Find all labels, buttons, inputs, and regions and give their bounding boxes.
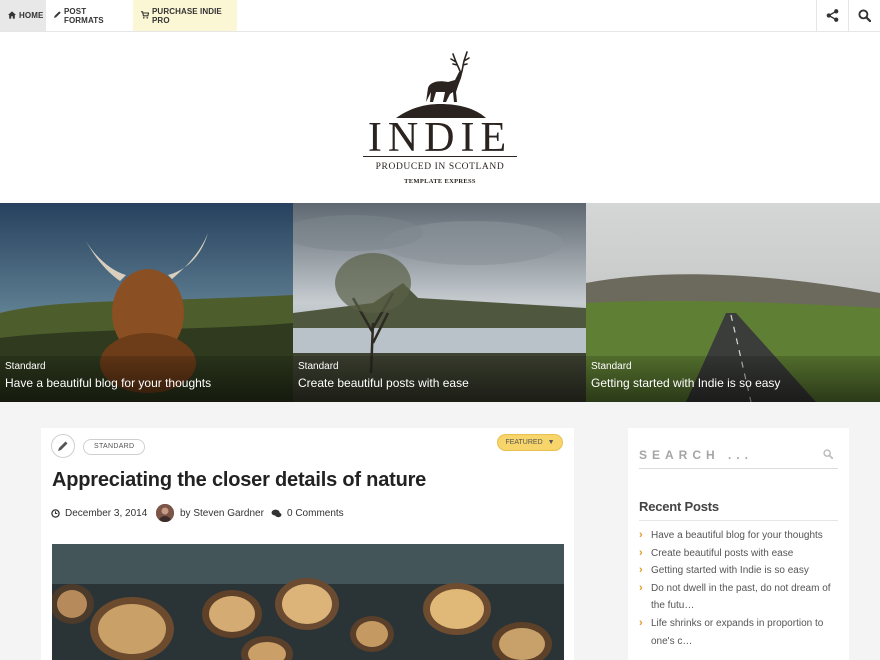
featured-badge: FEATURED ▼ [497,434,563,451]
post-title[interactable]: Appreciating the closer details of natur… [52,469,426,492]
recent-post-link[interactable]: › Getting started with Indie is so easy [639,562,838,580]
nav-home-label: HOME [19,11,44,20]
widget-divider [639,520,838,521]
cart-icon [141,10,150,21]
featured-slider: Standard Have a beautiful blog for your … [0,203,880,402]
recent-post-label: Create beautiful posts with ease [651,547,794,559]
recent-post-label: Have a beautiful blog for your thoughts [651,530,823,541]
chevron-right-icon: › [639,529,643,541]
featured-label: FEATURED [505,439,543,446]
pencil-icon [54,11,61,20]
recent-post-link[interactable]: › Create beautiful posts with ease [639,545,838,563]
pin-icon: ▼ [547,439,555,446]
slide-title[interactable]: Have a beautiful blog for your thoughts [5,376,211,390]
search-widget [639,444,838,469]
nav-post-formats-label: POST FORMATS [64,6,104,25]
chevron-right-icon: › [639,564,643,577]
slide-category[interactable]: Standard [591,361,632,372]
site-header: INDIE PRODUCED IN SCOTLAND TEMPLATE EXPR… [0,32,880,203]
recent-post-label: Getting started with Indie is so easy [651,565,809,577]
recent-post-label: Do not dwell in the past, do not dream o… [651,582,831,612]
logo-title: INDIE [367,115,513,161]
slide[interactable]: Standard Getting started with Indie is s… [586,203,880,402]
comments-icon [271,509,282,517]
slide[interactable]: Standard Have a beautiful blog for your … [0,203,293,402]
recent-post-link[interactable]: › Do not dwell in the past, do not dream … [639,580,838,615]
post-date: December 3, 2014 [51,504,147,522]
recent-post-link[interactable]: › Life shrinks or expands in proportion t… [639,615,838,650]
recent-post-label: Life shrinks or expands in proportion to… [651,617,824,647]
post-card: STANDARD FEATURED ▼ Appreciating the clo… [41,428,574,660]
nav-purchase[interactable]: PURCHASE INDIE PRO [133,0,237,31]
search-button[interactable] [848,0,880,31]
post-format-button[interactable] [51,434,75,458]
post-author[interactable]: by Steven Gardner [156,504,264,522]
logo-divider [363,156,517,157]
slide-caption: Standard Getting started with Indie is s… [586,356,880,402]
share-icon [826,9,839,22]
search-icon [858,9,871,22]
site-logo[interactable]: INDIE PRODUCED IN SCOTLAND TEMPLATE EXPR… [340,44,540,194]
post-category-badge[interactable]: STANDARD [83,439,146,455]
logo-subtitle: TEMPLATE EXPRESS [404,178,476,185]
chevron-right-icon: › [639,616,643,629]
recent-posts-list: › Have a beautiful blog for your thoughts… [639,527,838,650]
slide-caption: Standard Create beautiful posts with eas… [293,356,586,402]
nav-purchase-label: PURCHASE INDIE PRO [152,6,222,25]
clock-icon [51,508,60,518]
top-nav: HOME POST FORMATS PURCHASE INDIE PRO [0,0,880,32]
slide-caption: Standard Have a beautiful blog for your … [0,356,293,402]
slide-category[interactable]: Standard [298,361,339,372]
logo-tagline: PRODUCED IN SCOTLAND [375,162,505,172]
recent-post-link[interactable]: › Have a beautiful blog for your thoughts [639,527,838,545]
search-icon[interactable] [823,449,833,459]
post-date-text: December 3, 2014 [65,507,148,519]
slide[interactable]: Standard Create beautiful posts with eas… [293,203,586,402]
logs-image [52,544,564,660]
chevron-right-icon: › [639,581,643,594]
pencil-icon [58,441,68,451]
post-author-text: by Steven Gardner [180,507,264,519]
chevron-right-icon: › [639,546,643,559]
post-comments[interactable]: 0 Comments [271,504,344,522]
slide-title[interactable]: Getting started with Indie is so easy [591,376,780,390]
share-button[interactable] [816,0,848,31]
stag-icon [396,51,486,118]
slide-title[interactable]: Create beautiful posts with ease [298,376,469,390]
recent-posts-title: Recent Posts [639,499,719,514]
search-input[interactable] [639,444,819,466]
home-icon [8,10,16,21]
post-featured-image[interactable] [52,544,564,660]
slide-category[interactable]: Standard [5,361,46,372]
post-comments-text: 0 Comments [287,507,344,519]
nav-home[interactable]: HOME [0,0,46,31]
avatar [156,504,174,522]
nav-post-formats[interactable]: POST FORMATS [46,0,133,31]
sidebar: Recent Posts › Have a beautiful blog for … [628,428,849,660]
